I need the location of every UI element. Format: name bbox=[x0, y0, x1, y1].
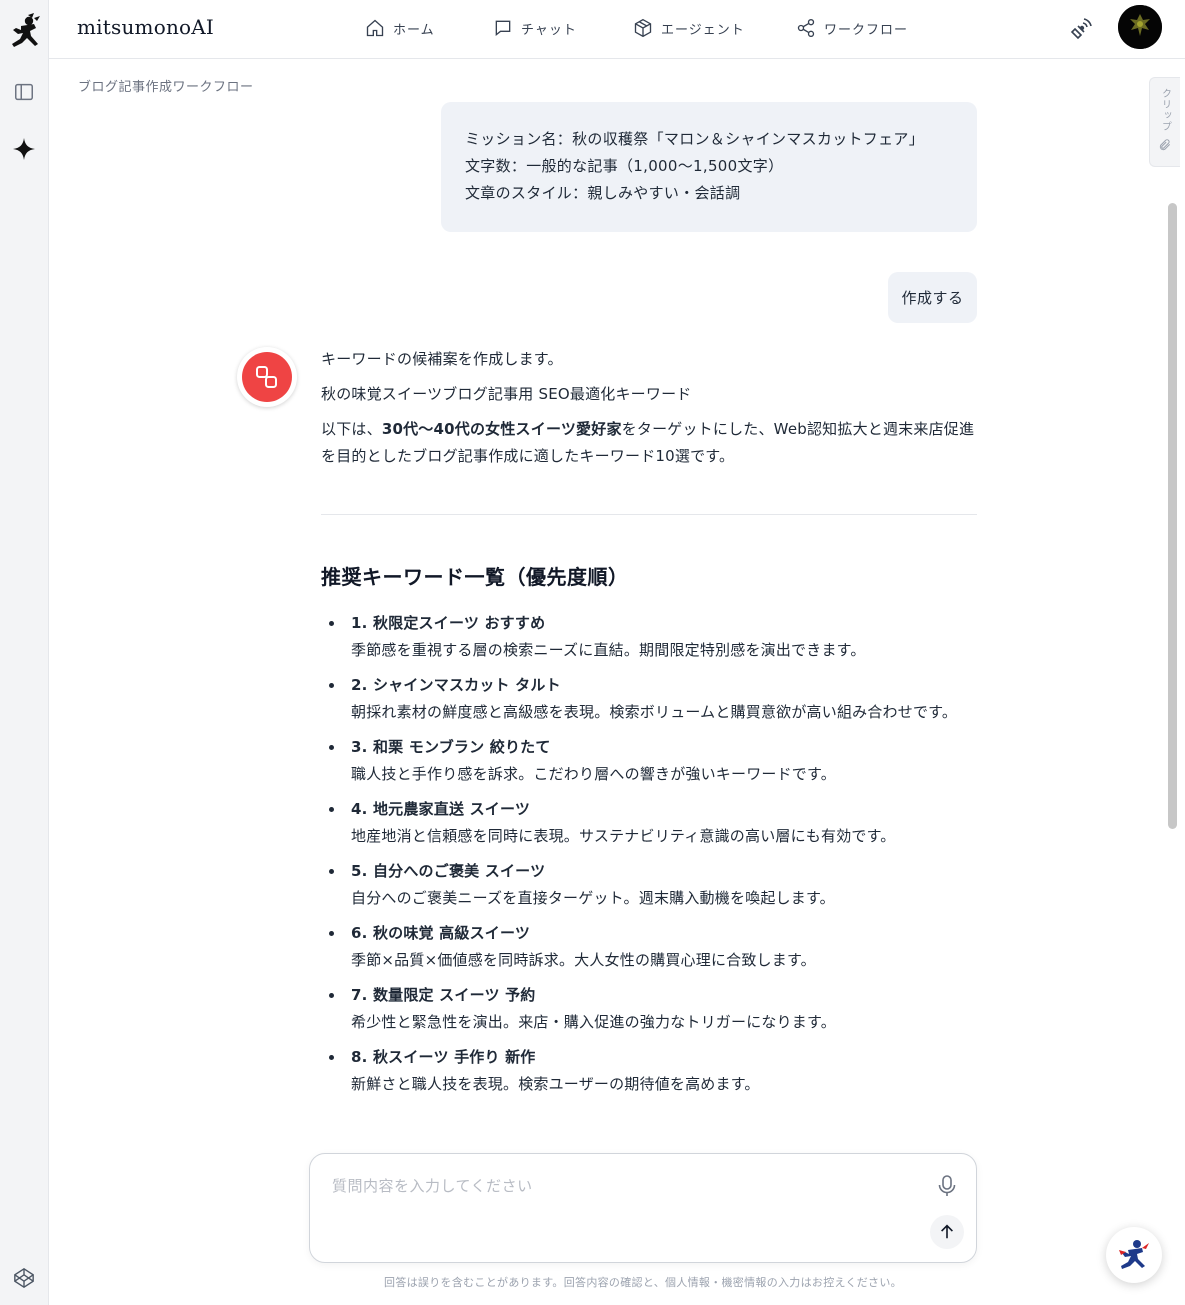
nav-chat[interactable]: チャット bbox=[493, 15, 577, 41]
arrow-up-icon bbox=[941, 1224, 953, 1239]
clip-tab-label: クリップ bbox=[1159, 88, 1171, 132]
ninja-mascot-icon bbox=[1119, 1240, 1149, 1269]
keyword-description: 朝採れ素材の鮮度感と高級感を表現。検索ボリュームと購買意欲が高い組み合わせです。 bbox=[351, 703, 958, 721]
keyword-list-heading: 推奨キーワード一覧（優先度順） bbox=[321, 565, 629, 589]
satellite-icon[interactable] bbox=[1069, 15, 1095, 41]
workflow-bot-icon bbox=[242, 352, 292, 402]
keyword-item: 7. 数量限定 スイーツ 予約希少性と緊急性を演出。来店・購入促進の強力なトリガ… bbox=[329, 982, 977, 1036]
nav-home-label: ホーム bbox=[393, 22, 435, 38]
breadcrumb[interactable]: ブログ記事作成ワークフロー bbox=[78, 76, 254, 95]
divider bbox=[321, 514, 977, 515]
keyword-title: 3. 和栗 モンブラン 絞りたて bbox=[351, 738, 551, 756]
keyword-title: 4. 地元農家直送 スイーツ bbox=[351, 800, 531, 818]
message-composer bbox=[309, 1153, 977, 1263]
cube-icon bbox=[634, 18, 652, 38]
keyword-title: 8. 秋スイーツ 手作り 新作 bbox=[351, 1048, 536, 1066]
prompt-mission-line: ミッション名：秋の収穫祭「マロン＆シャインマスカットフェア」 bbox=[465, 130, 925, 148]
prompt-length-line: 文字数：一般的な記事（1,000〜1,500文字） bbox=[465, 157, 784, 175]
share-icon bbox=[797, 19, 815, 37]
ninja-logo-icon[interactable] bbox=[8, 12, 42, 50]
keyword-title: 6. 秋の味覚 高級スイーツ bbox=[351, 924, 531, 942]
keyword-title: 7. 数量限定 スイーツ 予約 bbox=[351, 986, 536, 1004]
nav-agent[interactable]: エージェント bbox=[633, 15, 745, 41]
keyword-list: 1. 秋限定スイーツ おすすめ季節感を重視する層の検索ニーズに直結。期間限定特別… bbox=[321, 610, 977, 1098]
workflow-input-message: ミッション名：秋の収穫祭「マロン＆シャインマスカットフェア」 文字数：一般的な記… bbox=[441, 102, 977, 232]
assistant-avatar bbox=[237, 347, 297, 407]
left-rail bbox=[0, 0, 49, 1305]
keyword-description: 季節感を重視する層の検索ニーズに直結。期間限定特別感を演出できます。 bbox=[351, 641, 866, 659]
paperclip-icon bbox=[1159, 139, 1171, 151]
keyword-item: 6. 秋の味覚 高級スイーツ季節×品質×価値感を同時訴求。大人女性の購買心理に合… bbox=[329, 920, 977, 974]
nav-agent-label: エージェント bbox=[661, 22, 745, 38]
answer-lead-prefix: 以下は、 bbox=[321, 420, 382, 438]
user-avatar[interactable] bbox=[1118, 5, 1162, 49]
keyword-description: 新鮮さと職人技を表現。検索ユーザーの期待値を高めます。 bbox=[351, 1075, 760, 1093]
nav-home[interactable]: ホーム bbox=[365, 15, 435, 41]
user-message-bubble: 作成する bbox=[888, 272, 977, 323]
brand-name[interactable]: mitsumonoAI bbox=[77, 15, 214, 39]
answer-intro: キーワードの候補案を作成します。 bbox=[321, 350, 563, 368]
clip-tab[interactable]: クリップ bbox=[1149, 77, 1180, 167]
keyword-item: 5. 自分へのご褒美 スイーツ自分へのご褒美ニーズを直接ターゲット。週末購入動機… bbox=[329, 858, 977, 912]
scrollbar-thumb[interactable] bbox=[1168, 203, 1177, 829]
keyword-description: 季節×品質×価値感を同時訴求。大人女性の購買心理に合致します。 bbox=[351, 951, 816, 969]
keyword-item: 8. 秋スイーツ 手作り 新作新鮮さと職人技を表現。検索ユーザーの期待値を高めま… bbox=[329, 1044, 977, 1098]
codepen-icon[interactable] bbox=[12, 1266, 36, 1290]
home-icon bbox=[366, 19, 384, 37]
sidebar-toggle-icon[interactable] bbox=[12, 80, 36, 104]
keyword-title: 2. シャインマスカット タルト bbox=[351, 676, 561, 694]
keyword-item: 3. 和栗 モンブラン 絞りたて職人技と手作り感を訴求。こだわり層への響きが強い… bbox=[329, 734, 977, 788]
keyword-description: 職人技と手作り感を訴求。こだわり層への響きが強いキーワードです。 bbox=[351, 765, 836, 783]
help-assistant-button[interactable] bbox=[1106, 1227, 1162, 1283]
nav-workflow-label: ワークフロー bbox=[824, 22, 909, 38]
prompt-style-line: 文章のスタイル：親しみやすい・会話調 bbox=[465, 184, 741, 202]
keyword-title: 1. 秋限定スイーツ おすすめ bbox=[351, 614, 546, 632]
answer-lead: 以下は、30代〜40代の女性スイーツ愛好家をターゲットにした、Web認知拡大と週… bbox=[321, 416, 977, 470]
keyword-item: 4. 地元農家直送 スイーツ地産地消と信頼感を同時に表現。サステナビリティ意識の… bbox=[329, 796, 977, 850]
sparkle-icon[interactable] bbox=[12, 137, 36, 161]
send-button[interactable] bbox=[930, 1215, 964, 1249]
keyword-description: 地産地消と信頼感を同時に表現。サステナビリティ意識の高い層にも有効です。 bbox=[351, 827, 896, 845]
assistant-message: キーワードの候補案を作成します。 秋の味覚スイーツブログ記事用 SEO最適化キー… bbox=[321, 346, 977, 1106]
answer-lead-target: 30代〜40代の女性スイーツ愛好家 bbox=[381, 420, 622, 438]
keyword-item: 1. 秋限定スイーツ おすすめ季節感を重視する層の検索ニーズに直結。期間限定特別… bbox=[329, 610, 977, 664]
disclaimer-text: 回答は誤りを含むことがあります。回答内容の確認と、個人情報・機密情報の入力はお控… bbox=[384, 1276, 902, 1289]
nav-chat-label: チャット bbox=[521, 22, 577, 38]
keyword-title: 5. 自分へのご褒美 スイーツ bbox=[351, 862, 546, 880]
microphone-icon[interactable] bbox=[936, 1174, 958, 1198]
chat-icon bbox=[495, 20, 511, 37]
message-input[interactable] bbox=[332, 1172, 912, 1200]
answer-subtitle: 秋の味覚スイーツブログ記事用 SEO最適化キーワード bbox=[321, 385, 692, 403]
top-bar: mitsumonoAI ホーム チャット エージェント ワークフロー bbox=[49, 0, 1185, 59]
keyword-description: 希少性と緊急性を演出。来店・購入促進の強力なトリガーになります。 bbox=[351, 1013, 836, 1031]
keyword-description: 自分へのご褒美ニーズを直接ターゲット。週末購入動機を喚起します。 bbox=[351, 889, 835, 907]
keyword-item: 2. シャインマスカット タルト朝採れ素材の鮮度感と高級感を表現。検索ボリューム… bbox=[329, 672, 977, 726]
nav-workflow[interactable]: ワークフロー bbox=[796, 15, 908, 41]
